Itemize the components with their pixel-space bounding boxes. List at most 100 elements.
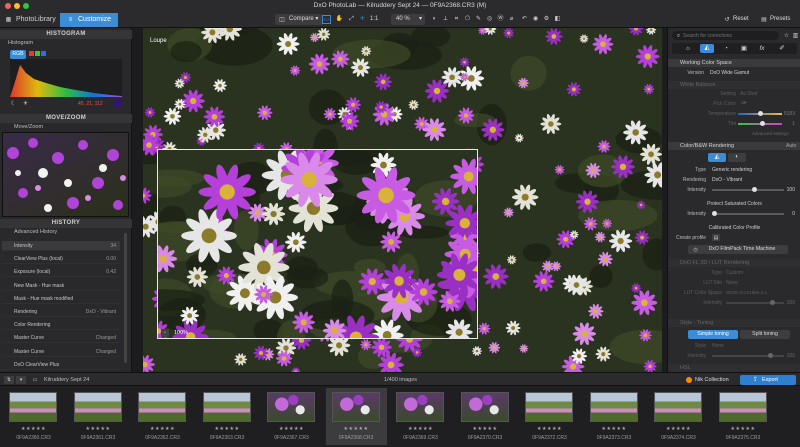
- perspective-icon[interactable]: ⬠: [463, 15, 472, 23]
- zoom-select[interactable]: 40 % ▾: [391, 14, 425, 25]
- filmstrip-thumbnail[interactable]: ★★★★★ 0F9A2367.CR3: [261, 388, 322, 445]
- color-rendering-header[interactable]: Color/B&W Rendering: [668, 142, 800, 150]
- undo-icon[interactable]: ↶: [520, 15, 529, 23]
- color-mode-icon[interactable]: ◭: [708, 153, 726, 162]
- star-rating[interactable]: ★★★★★: [713, 426, 774, 432]
- star-icon[interactable]: ☆: [783, 32, 790, 40]
- cr-type-select[interactable]: Generic rendering: [712, 166, 752, 174]
- red-channel-icon[interactable]: [29, 51, 34, 56]
- local-adjustments-icon[interactable]: ◎: [485, 15, 494, 23]
- single-view-icon[interactable]: ▭: [322, 15, 331, 24]
- gear-icon[interactable]: ⚙: [542, 15, 551, 23]
- star-rating[interactable]: ★★★★★: [455, 426, 516, 432]
- compare-button[interactable]: ◫ Compare ▾: [275, 14, 324, 25]
- lut-intensity-slider[interactable]: [726, 300, 784, 305]
- white-balance-icon[interactable]: ◐: [430, 15, 439, 23]
- wb-setting-select[interactable]: As Shot: [740, 90, 758, 98]
- before-after-icon[interactable]: ◧: [553, 15, 562, 23]
- filmstrip-thumbnail[interactable]: ★★★★★ 0F9A2362.CR3: [132, 388, 193, 445]
- lut-header[interactable]: DxO FL 3D / LUT Rendering: [668, 259, 800, 267]
- star-rating[interactable]: ★★★★★: [648, 426, 709, 432]
- loupe-icon[interactable]: ▫: [161, 329, 169, 337]
- filmstrip-thumbnail[interactable]: ★★★★★ 0F9A2369.CR3: [390, 388, 451, 445]
- working-color-space-header[interactable]: Working Color Space: [668, 59, 800, 67]
- brush-palette-icon[interactable]: ✐: [776, 45, 788, 53]
- green-channel-icon[interactable]: [35, 51, 40, 56]
- history-item[interactable]: Master Curve Changed: [2, 333, 120, 344]
- tab-photolibrary[interactable]: ▦ PhotoLibrary: [0, 13, 58, 27]
- history-item[interactable]: Intensity 34: [2, 241, 120, 251]
- eyedropper-icon[interactable]: ✑: [740, 100, 748, 108]
- filmstrip-thumbnail[interactable]: ★★★★★ 0F9A2372.CR3: [519, 388, 580, 445]
- white-balance-header[interactable]: White Balance: [668, 81, 800, 89]
- style-toning-header[interactable]: Style - Toning: [668, 319, 800, 327]
- filmstrip-thumbnail[interactable]: ★★★★★ 0F9A2375.CR3: [713, 388, 774, 445]
- hsl-header[interactable]: HSL: [668, 364, 800, 372]
- filmstrip-thumbnail[interactable]: ★★★★★ 0F9A2368.CR3: [325, 388, 387, 445]
- filmstrip-thumbnail[interactable]: ★★★★★ 0F9A2370.CR3: [455, 388, 516, 445]
- cr-rendering-select[interactable]: DxO - Vibrant: [712, 176, 742, 184]
- bw-mode-icon[interactable]: ◐: [728, 153, 746, 162]
- temperature-slider[interactable]: [738, 111, 782, 116]
- history-item[interactable]: ClearView Plus (local) 0.00: [2, 254, 120, 265]
- effects-palette-icon[interactable]: fx: [756, 45, 768, 53]
- advanced-settings-link[interactable]: Advanced settings: [752, 131, 789, 136]
- filmstrip-thumbnail[interactable]: ★★★★★ 0F9A2360.CR3: [3, 388, 64, 445]
- navigator-preview[interactable]: [2, 132, 129, 217]
- red-eye-icon[interactable]: ⌀: [507, 15, 516, 23]
- star-rating[interactable]: ★★★★★: [519, 426, 580, 432]
- create-profile-icon[interactable]: ▤: [712, 234, 720, 241]
- search-input[interactable]: [683, 31, 775, 40]
- filter-icon[interactable]: ▾: [16, 376, 26, 384]
- hand-tool-icon[interactable]: ✋: [335, 15, 344, 24]
- star-rating[interactable]: ★★★★★: [132, 426, 193, 432]
- repair-icon[interactable]: ✎: [474, 15, 483, 23]
- history-item[interactable]: Color Rendering: [2, 320, 120, 331]
- toning-intensity-slider[interactable]: [712, 353, 784, 358]
- ratio-1-1-button[interactable]: 1:1: [370, 14, 378, 25]
- history-item[interactable]: Exposure (local) 0.42: [2, 267, 120, 278]
- history-header[interactable]: HISTORY: [0, 219, 132, 228]
- loupe-window[interactable]: ▫ 100%: [157, 149, 478, 339]
- filmpack-time-machine-button[interactable]: ◷ DxO FilmPack Time Machine: [688, 245, 788, 254]
- highlight-clipping-icon[interactable]: ☀: [22, 100, 29, 108]
- blue-channel-icon[interactable]: [41, 51, 46, 56]
- star-rating[interactable]: ★★★★★: [68, 426, 129, 432]
- filmstrip-thumbnail[interactable]: ★★★★★ 0F9A2374.CR3: [648, 388, 709, 445]
- tint-slider[interactable]: [738, 121, 782, 126]
- tab-customize[interactable]: ≡ Customize: [60, 13, 118, 27]
- star-rating[interactable]: ★★★★★: [326, 426, 387, 432]
- history-item[interactable]: Rendering DxO - Vibrant: [2, 307, 120, 317]
- light-palette-icon[interactable]: ☼: [682, 45, 694, 53]
- split-toning-button[interactable]: Split toning: [740, 330, 790, 339]
- shadow-clipping-icon[interactable]: ☾: [10, 100, 17, 108]
- reset-button[interactable]: ↺ Reset: [721, 14, 754, 25]
- detail-palette-icon[interactable]: ◔: [720, 45, 732, 53]
- history-item[interactable]: Mask - Hue mask modified: [2, 294, 120, 304]
- filmstrip-thumbnail[interactable]: ★★★★★ 0F9A2361.CR3: [68, 388, 129, 445]
- simple-toning-button[interactable]: Simple toning: [688, 330, 738, 339]
- version-select[interactable]: DxO Wide Gamut: [710, 69, 749, 77]
- protect-intensity-slider[interactable]: [712, 211, 784, 216]
- sidebar-toggle-icon[interactable]: ▥: [792, 32, 799, 40]
- history-item[interactable]: Master Curve Changed: [2, 347, 120, 357]
- watermark-icon[interactable]: Ⓦ: [496, 15, 505, 23]
- star-rating[interactable]: ★★★★★: [390, 426, 451, 432]
- export-button[interactable]: ⇪ Export: [740, 375, 796, 385]
- filmstrip-thumbnail[interactable]: ★★★★★ 0F9A2373.CR3: [584, 388, 645, 445]
- presets-button[interactable]: ▤ Presets: [758, 14, 795, 25]
- cr-intensity-slider[interactable]: [712, 187, 784, 192]
- star-rating[interactable]: ★★★★★: [584, 426, 645, 432]
- sort-icon[interactable]: ⇅: [4, 376, 14, 384]
- histogram-rgb-toggle[interactable]: RGB: [10, 50, 26, 59]
- geometry-palette-icon[interactable]: ▣: [738, 45, 750, 53]
- star-rating[interactable]: ★★★★★: [3, 426, 64, 432]
- history-item[interactable]: New Mask - Hue mask: [2, 281, 120, 291]
- horizon-icon[interactable]: ⟂: [441, 15, 450, 23]
- color-palette-icon[interactable]: ◭: [700, 44, 714, 53]
- move-zoom-icon[interactable]: ✛: [358, 15, 367, 24]
- move-zoom-header[interactable]: MOVE/ZOOM: [0, 114, 132, 123]
- histogram-header[interactable]: HISTOGRAM: [0, 30, 132, 39]
- history-scrollbar[interactable]: [124, 233, 127, 363]
- filmstrip-thumbnail[interactable]: ★★★★★ 0F9A2363.CR3: [197, 388, 258, 445]
